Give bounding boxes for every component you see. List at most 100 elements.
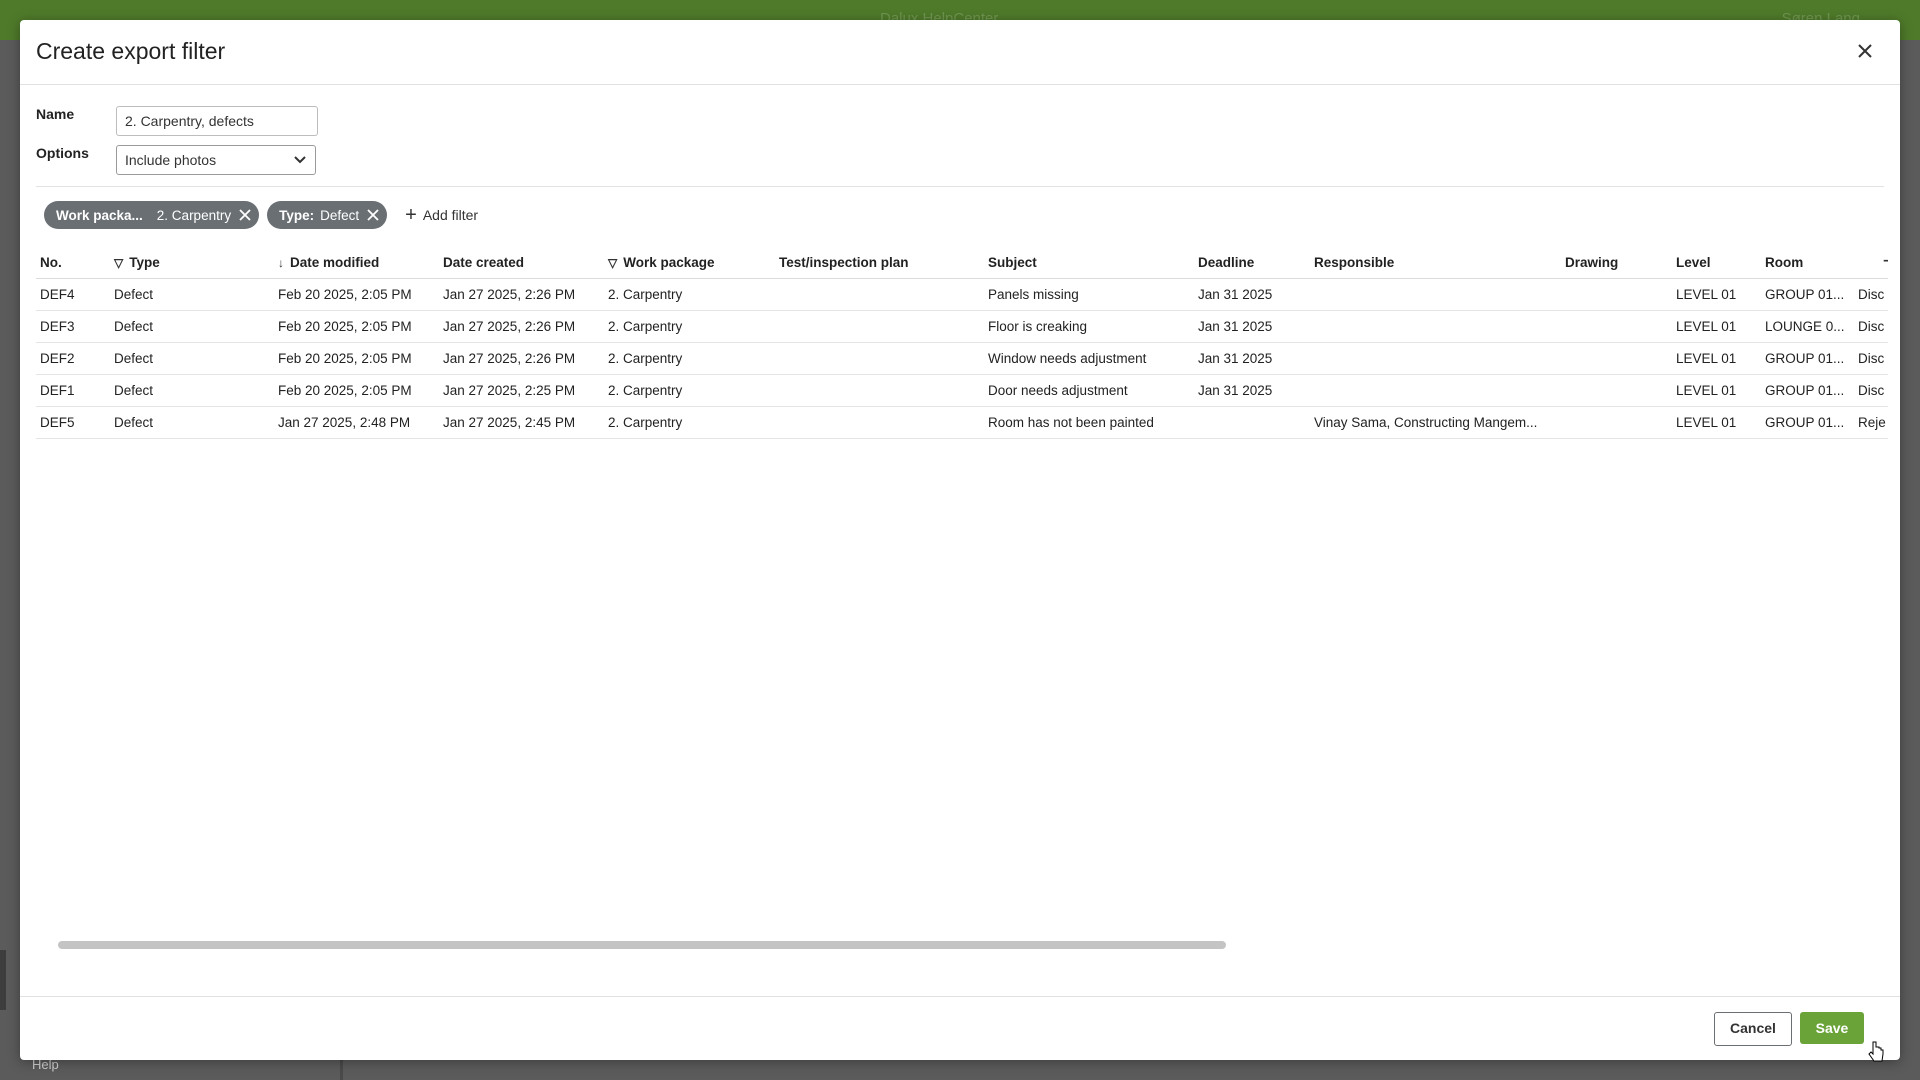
close-icon[interactable] bbox=[1850, 36, 1880, 66]
col-header-work-package[interactable]: ▽ Work package bbox=[604, 246, 775, 279]
cell: GROUP 01... bbox=[1761, 342, 1854, 375]
cell: Vinay Sama, Constructing Mangem... bbox=[1310, 406, 1561, 439]
add-filter-label: Add filter bbox=[422, 207, 479, 223]
cell: 2. Carpentry bbox=[604, 374, 775, 407]
col-header-responsible[interactable]: Responsible bbox=[1310, 246, 1561, 279]
dialog-title: Create export filter bbox=[36, 38, 226, 64]
cell: Disc bbox=[1854, 342, 1888, 375]
options-select[interactable]: Include photos bbox=[116, 145, 316, 175]
section-divider bbox=[36, 186, 1884, 187]
active-filters: Work packa... 2. Carpentry Type: Defect … bbox=[44, 201, 478, 229]
col-header-type[interactable]: ▽ Type bbox=[110, 246, 274, 279]
col-header-room[interactable]: Room bbox=[1761, 246, 1854, 279]
cell: Jan 27 2025, 2:26 PM bbox=[439, 310, 604, 343]
table-row[interactable]: DEF3 Defect Feb 20 2025, 2:05 PM Jan 27 … bbox=[36, 310, 1888, 343]
cell: Jan 27 2025, 2:45 PM bbox=[439, 406, 604, 439]
chevron-down-icon bbox=[294, 156, 306, 164]
cell: Disc bbox=[1854, 310, 1888, 343]
cell bbox=[1310, 278, 1561, 311]
cell: Defect bbox=[110, 278, 274, 311]
add-column-icon[interactable]: + bbox=[1874, 246, 1888, 279]
options-label: Options bbox=[36, 145, 89, 161]
mouse-cursor-icon bbox=[1868, 1041, 1884, 1062]
cell: LEVEL 01 bbox=[1672, 278, 1761, 311]
remove-filter-icon[interactable] bbox=[237, 207, 253, 223]
col-header-no[interactable]: No. bbox=[36, 246, 110, 279]
name-input[interactable] bbox=[116, 106, 318, 136]
table-header-row: No. ▽ Type ↓ Date modified Date created ▽ W… bbox=[36, 246, 1888, 279]
cell bbox=[1561, 406, 1672, 439]
table-row[interactable]: DEF2 Defect Feb 20 2025, 2:05 PM Jan 27 … bbox=[36, 342, 1888, 375]
add-filter-button[interactable]: + Add filter bbox=[405, 205, 478, 225]
cell: Feb 20 2025, 2:05 PM bbox=[274, 342, 439, 375]
cell: Defect bbox=[110, 310, 274, 343]
cell bbox=[1194, 406, 1310, 439]
cell: 2. Carpentry bbox=[604, 278, 775, 311]
backdrop-sidebar-marker bbox=[0, 950, 6, 1010]
filter-icon: ▽ bbox=[114, 255, 124, 270]
col-header-date-created[interactable]: Date created bbox=[439, 246, 604, 279]
cell: Door needs adjustment bbox=[984, 374, 1194, 407]
cell: GROUP 01... bbox=[1761, 406, 1854, 439]
cell bbox=[1561, 342, 1672, 375]
cell: Jan 31 2025 bbox=[1194, 278, 1310, 311]
chip-value: 2. Carpentry bbox=[156, 207, 232, 223]
results-table: No. ▽ Type ↓ Date modified Date created ▽ W… bbox=[36, 246, 1888, 439]
cell: Jan 31 2025 bbox=[1194, 374, 1310, 407]
cell bbox=[1561, 278, 1672, 311]
results-table-container: No. ▽ Type ↓ Date modified Date created ▽ W… bbox=[36, 246, 1888, 926]
table-row[interactable]: DEF4 Defect Feb 20 2025, 2:05 PM Jan 27 … bbox=[36, 278, 1888, 311]
filter-chip-work-package[interactable]: Work packa... 2. Carpentry bbox=[44, 201, 260, 229]
cell bbox=[775, 406, 984, 439]
cell: Jan 27 2025, 2:48 PM bbox=[274, 406, 439, 439]
cell: Reje bbox=[1854, 406, 1888, 439]
cell bbox=[1310, 374, 1561, 407]
cell: Floor is creaking bbox=[984, 310, 1194, 343]
cell bbox=[775, 374, 984, 407]
cell: Jan 31 2025 bbox=[1194, 310, 1310, 343]
name-row: Name bbox=[36, 106, 318, 136]
cell: Feb 20 2025, 2:05 PM bbox=[274, 374, 439, 407]
cell: 2. Carpentry bbox=[604, 310, 775, 343]
cell bbox=[775, 278, 984, 311]
filter-chip-type[interactable]: Type: Defect bbox=[267, 201, 388, 229]
save-button[interactable]: Save bbox=[1800, 1012, 1864, 1044]
plus-icon: + bbox=[405, 204, 417, 226]
cell: Defect bbox=[110, 342, 274, 375]
filter-icon: ▽ bbox=[608, 255, 618, 270]
cell: Jan 27 2025, 2:26 PM bbox=[439, 278, 604, 311]
name-label: Name bbox=[36, 106, 75, 122]
options-row: Options Include photos bbox=[36, 145, 316, 175]
cell bbox=[775, 310, 984, 343]
col-header-date-modified[interactable]: ↓ Date modified bbox=[274, 246, 439, 279]
col-header-level[interactable]: Level bbox=[1672, 246, 1761, 279]
cell: DEF1 bbox=[36, 374, 110, 407]
dialog-footer-divider bbox=[20, 996, 1900, 997]
cell: DEF4 bbox=[36, 278, 110, 311]
table-row[interactable]: DEF5 Defect Jan 27 2025, 2:48 PM Jan 27 … bbox=[36, 406, 1888, 439]
cell: Window needs adjustment bbox=[984, 342, 1194, 375]
cell: LEVEL 01 bbox=[1672, 406, 1761, 439]
col-header-drawing[interactable]: Drawing bbox=[1561, 246, 1672, 279]
cell: GROUP 01... bbox=[1761, 374, 1854, 407]
col-header-deadline[interactable]: Deadline bbox=[1194, 246, 1310, 279]
remove-filter-icon[interactable] bbox=[365, 207, 381, 223]
col-header-subject[interactable]: Subject bbox=[984, 246, 1194, 279]
cancel-button[interactable]: Cancel bbox=[1714, 1012, 1792, 1046]
horizontal-scrollbar[interactable] bbox=[58, 941, 1226, 949]
cell bbox=[1561, 310, 1672, 343]
cell: Panels missing bbox=[984, 278, 1194, 311]
cell bbox=[1561, 374, 1672, 407]
col-header-test-plan[interactable]: Test/inspection plan bbox=[775, 246, 984, 279]
cell: DEF5 bbox=[36, 406, 110, 439]
cell: Jan 27 2025, 2:25 PM bbox=[439, 374, 604, 407]
chip-key: Type: bbox=[279, 207, 315, 223]
cell: Room has not been painted bbox=[984, 406, 1194, 439]
cell: Defect bbox=[110, 374, 274, 407]
cell: 2. Carpentry bbox=[604, 406, 775, 439]
cell: Disc bbox=[1854, 278, 1888, 311]
options-selected-value: Include photos bbox=[125, 152, 217, 168]
cell: Feb 20 2025, 2:05 PM bbox=[274, 310, 439, 343]
cell: LEVEL 01 bbox=[1672, 342, 1761, 375]
table-row[interactable]: DEF1 Defect Feb 20 2025, 2:05 PM Jan 27 … bbox=[36, 374, 1888, 407]
